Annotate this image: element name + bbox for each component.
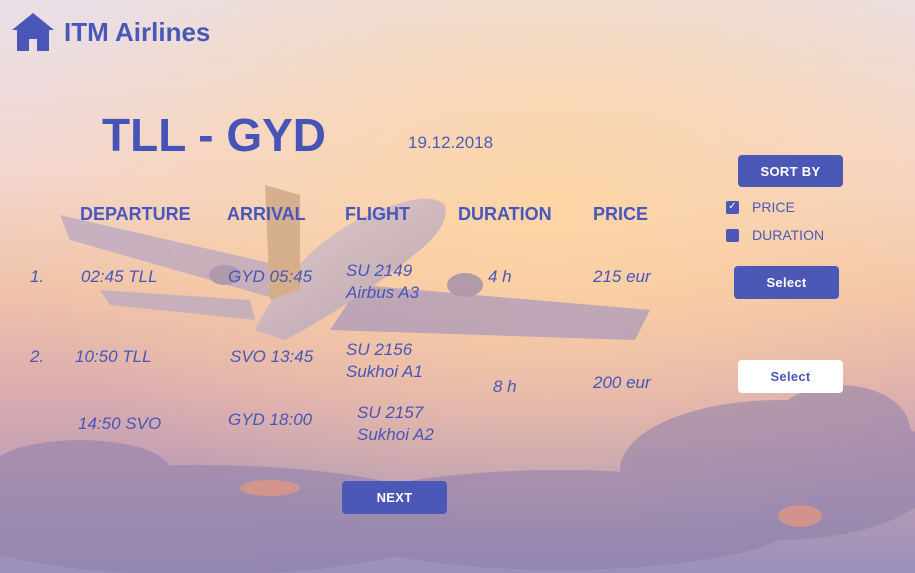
price: 215 eur <box>593 267 651 286</box>
header-arrival: ARRIVAL <box>227 204 306 224</box>
sort-option-price[interactable]: ✓ PRICE <box>726 199 795 215</box>
duration: 4 h <box>488 267 512 286</box>
arrival-time: SVO 13:45 <box>230 347 314 366</box>
flight-number: SU 2149 <box>346 261 413 280</box>
sort-by-button[interactable]: SORT BY <box>738 155 843 187</box>
brand-name: ITM Airlines <box>64 16 211 47</box>
route-title: TLL - GYD <box>102 109 327 161</box>
header-price: PRICE <box>593 204 649 224</box>
departure-time: 14:50 SVO <box>78 414 162 433</box>
house-icon[interactable] <box>12 13 54 51</box>
departure-time: 02:45 TLL <box>81 267 158 286</box>
sort-option-duration[interactable]: DURATION <box>726 227 824 243</box>
sort-option-label: DURATION <box>752 227 825 243</box>
header-departure: DEPARTURE <box>80 204 191 224</box>
next-button[interactable]: NEXT <box>342 481 447 514</box>
option-number: 2. <box>30 347 45 366</box>
flight-number: SU 2157 <box>357 403 424 422</box>
checkbox-checked-icon[interactable]: ✓ <box>726 200 739 214</box>
brand[interactable]: ITM Airlines <box>12 13 210 51</box>
aircraft-type: Airbus A3 <box>346 283 420 302</box>
duration: 8 h <box>493 377 517 396</box>
arrival-time: GYD 05:45 <box>228 267 313 286</box>
select-option-2-button[interactable]: Select <box>738 360 843 393</box>
price: 200 eur <box>593 373 651 392</box>
flight-number: SU 2156 <box>346 340 413 359</box>
select-option-1-button[interactable]: Select <box>734 266 839 299</box>
sort-option-label: PRICE <box>752 199 795 215</box>
option-number: 1. <box>30 267 45 286</box>
header-duration: DURATION <box>458 204 552 224</box>
booking-screen: ITM Airlines TLL - GYD 19.12.2018 DEPART… <box>0 0 915 573</box>
departure-time: 10:50 TLL <box>75 347 152 366</box>
checkbox-icon[interactable] <box>726 228 739 242</box>
aircraft-type: Sukhoi A1 <box>346 362 423 381</box>
arrival-time: GYD 18:00 <box>228 410 313 429</box>
header-flight: FLIGHT <box>345 204 410 224</box>
travel-date: 19.12.2018 <box>408 133 494 152</box>
aircraft-type: Sukhoi A2 <box>357 425 434 444</box>
